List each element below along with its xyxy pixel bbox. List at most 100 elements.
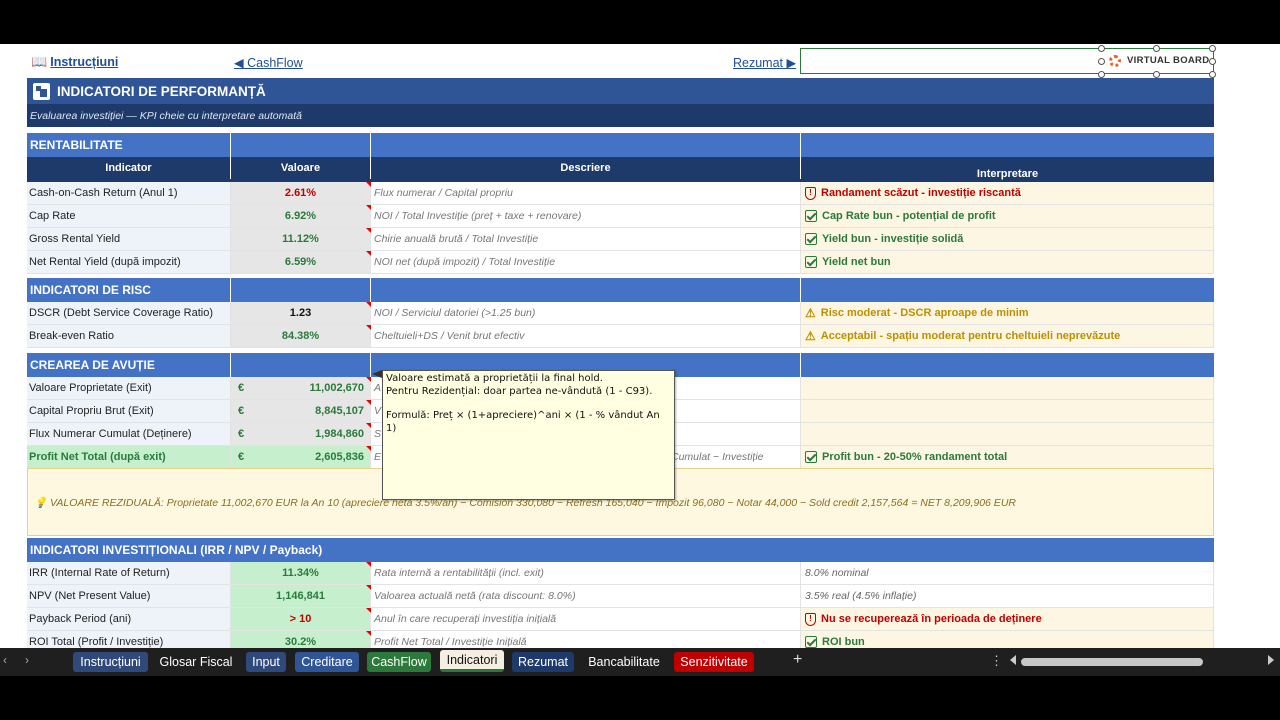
amount: 11,002,670 xyxy=(309,382,364,394)
summary-link[interactable]: Rezumat ▶ xyxy=(733,55,796,70)
indicator-value[interactable]: > 10 xyxy=(231,608,371,630)
sheet-tab[interactable]: Creditare xyxy=(295,652,359,672)
table-row: Break-even Ratio 84.38% Cheltuieli+DS / Ve… xyxy=(27,325,1214,348)
indicator-value[interactable]: 2.61% xyxy=(231,182,371,204)
currency-symbol: € xyxy=(238,382,245,394)
resize-handle[interactable] xyxy=(1098,71,1105,78)
indicator-name[interactable]: Capital Propriu Brut (Exit) xyxy=(27,400,231,422)
indicator-interpretation[interactable]: ! Randament scăzut - investiție riscantă xyxy=(801,182,1214,204)
indicator-name[interactable]: ROI Total (Profit / Investiție) xyxy=(27,631,231,648)
indicator-interpretation[interactable]: 3.5% real (4.5% inflație) xyxy=(801,585,1214,607)
indicator-interpretation[interactable]: ROI bun xyxy=(801,631,1214,648)
interpretation-text: Acceptabil - spațiu moderat pentru chelt… xyxy=(820,330,1121,342)
indicator-interpretation[interactable]: Yield net bun xyxy=(801,251,1214,273)
resize-handle[interactable] xyxy=(1209,58,1216,65)
indicator-interpretation[interactable] xyxy=(801,377,1214,399)
sheet-tab[interactable]: Bancabilitate xyxy=(581,652,667,672)
indicator-name[interactable]: Net Rental Yield (după impozit) xyxy=(27,251,231,273)
indicator-description[interactable]: Flux numerar / Capital propriu xyxy=(371,182,801,204)
header-description: Descriere xyxy=(371,157,801,179)
indicator-value[interactable]: €1,984,860 xyxy=(231,423,371,445)
table-row: DSCR (Debt Service Coverage Ratio) 1.23 NO… xyxy=(27,302,1214,325)
indicator-interpretation[interactable]: ⚠ Acceptabil - spațiu moderat pentru chel… xyxy=(801,325,1214,347)
virtual-board-logo[interactable]: VIRTUAL BOARD xyxy=(1098,45,1216,78)
indicator-value[interactable]: 30.2% xyxy=(231,631,371,648)
table-row: Cap Rate 6.92% NOI / Total Investiție (pre… xyxy=(27,205,1214,228)
resize-handle[interactable] xyxy=(1209,45,1216,52)
sheet-tab[interactable]: Glosar Fiscal xyxy=(155,652,237,672)
add-sheet-icon[interactable]: + xyxy=(793,651,802,669)
sheet-tab[interactable]: Indicatori xyxy=(440,650,504,672)
indicator-description[interactable]: Cheltuieli+DS / Venit brut efectiv xyxy=(371,325,801,347)
indicator-name[interactable]: DSCR (Debt Service Coverage Ratio) xyxy=(27,302,231,324)
indicator-interpretation[interactable]: Profit bun - 20-50% randament total xyxy=(801,446,1214,468)
indicator-name[interactable]: Flux Numerar Cumulat (Deținere) xyxy=(27,423,231,445)
checkbox-icon xyxy=(805,451,817,463)
more-options-icon[interactable]: ⋮ xyxy=(990,653,1003,669)
indicator-name[interactable]: Payback Period (ani) xyxy=(27,608,231,630)
indicator-interpretation[interactable]: ! Nu se recuperează în perioada de deține… xyxy=(801,608,1214,630)
indicator-description[interactable]: Profit Net Total / Investiție Inițială xyxy=(371,631,801,648)
logo-mark-icon xyxy=(1109,55,1121,67)
indicator-interpretation[interactable] xyxy=(801,400,1214,422)
indicator-value[interactable]: €2,605,836 xyxy=(231,446,371,468)
indicator-interpretation[interactable]: 8.0% nominal xyxy=(801,562,1214,584)
cashflow-link[interactable]: ◀ CashFlow xyxy=(234,55,303,70)
resize-handle[interactable] xyxy=(1098,58,1105,65)
indicator-name[interactable]: Break-even Ratio xyxy=(27,325,231,347)
resize-handle[interactable] xyxy=(1209,71,1216,78)
table-row: Cash-on-Cash Return (Anul 1) 2.61% Flux nu… xyxy=(27,182,1214,205)
section-header-rentabilitate: RENTABILITATE xyxy=(27,133,1214,157)
section-header-invest: INDICATORI INVESTIȚIONALI (IRR / NPV / P… xyxy=(27,538,1214,562)
indicator-interpretation[interactable] xyxy=(801,423,1214,445)
sheet-tab[interactable]: CashFlow xyxy=(367,652,431,672)
indicator-value[interactable]: 1.23 xyxy=(231,302,371,324)
scroll-right-icon[interactable]: › xyxy=(25,653,29,667)
table-row: Gross Rental Yield 11.12% Chirie anuală br… xyxy=(27,228,1214,251)
resize-handle[interactable] xyxy=(1153,71,1160,78)
scroll-left-icon[interactable]: ‹ xyxy=(3,653,7,667)
indicator-value[interactable]: 11.34% xyxy=(231,562,371,584)
currency-symbol: € xyxy=(238,451,245,463)
indicator-value[interactable]: 84.38% xyxy=(231,325,371,347)
indicator-name[interactable]: IRR (Internal Rate of Return) xyxy=(27,562,231,584)
indicator-description[interactable]: Valoarea actuală netă (rata discount: 8.… xyxy=(371,585,801,607)
sheet-tab[interactable]: Rezumat xyxy=(512,652,574,672)
indicator-description[interactable]: NOI net (după impozit) / Total Investiți… xyxy=(371,251,801,273)
table-row: Payback Period (ani) > 10 Anul în care rec… xyxy=(27,608,1214,631)
indicator-value[interactable]: 6.59% xyxy=(231,251,371,273)
indicator-name[interactable]: Gross Rental Yield xyxy=(27,228,231,250)
indicator-description[interactable]: Anul în care recuperați investiția iniți… xyxy=(371,608,801,630)
hscroll-left-icon[interactable] xyxy=(1010,655,1016,665)
alert-shield-icon: ! xyxy=(805,186,816,200)
indicator-interpretation[interactable]: Cap Rate bun - potențial de profit xyxy=(801,205,1214,227)
indicator-interpretation[interactable]: ⚠ Risc moderat - DSCR aproape de minim xyxy=(801,302,1214,324)
comment-indicator xyxy=(366,446,371,451)
indicator-name[interactable]: Cash-on-Cash Return (Anul 1) xyxy=(27,182,231,204)
comment-indicator xyxy=(366,325,371,330)
indicator-name[interactable]: NPV (Net Present Value) xyxy=(27,585,231,607)
indicator-name[interactable]: Valoare Proprietate (Exit) xyxy=(27,377,231,399)
resize-handle[interactable] xyxy=(1153,45,1160,52)
horizontal-scrollbar[interactable] xyxy=(1021,658,1203,666)
hscroll-right-icon[interactable] xyxy=(1268,655,1274,665)
indicator-value[interactable]: 11.12% xyxy=(231,228,371,250)
sheet-tab[interactable]: Instrucțiuni xyxy=(73,652,148,672)
indicator-value[interactable]: €11,002,670 xyxy=(231,377,371,399)
indicator-value[interactable]: 1,146,841 xyxy=(231,585,371,607)
instructions-link[interactable]: 📖 Instrucțiuni xyxy=(31,54,118,70)
indicator-name[interactable]: Profit Net Total (după exit) xyxy=(27,446,231,468)
indicator-name[interactable]: Cap Rate xyxy=(27,205,231,227)
indicator-description[interactable]: NOI / Serviciul datoriei (>1.25 bun) xyxy=(371,302,801,324)
indicator-value[interactable]: 6.92% xyxy=(231,205,371,227)
header-indicator: Indicator xyxy=(27,157,231,179)
sheet-tab[interactable]: Input xyxy=(246,652,286,672)
indicator-description[interactable]: NOI / Total Investiție (preț + taxe + re… xyxy=(371,205,801,227)
sheet-tab[interactable]: Senzitivitate xyxy=(674,652,754,672)
amount: 1,984,860 xyxy=(315,428,364,440)
indicator-description[interactable]: Rata internă a rentabilității (incl. exi… xyxy=(371,562,801,584)
indicator-interpretation[interactable]: Yield bun - investiție solidă xyxy=(801,228,1214,250)
indicator-description[interactable]: Chirie anuală brută / Total Investiție xyxy=(371,228,801,250)
indicator-value[interactable]: €8,845,107 xyxy=(231,400,371,422)
resize-handle[interactable] xyxy=(1098,45,1105,52)
